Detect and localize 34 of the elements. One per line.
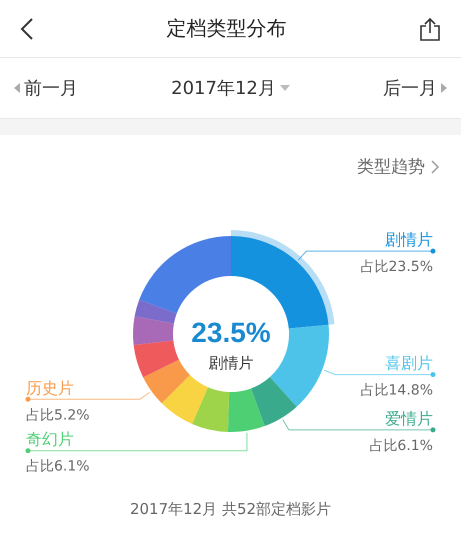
summary-text: 2017年12月 共52部定档影片 [130, 500, 332, 519]
share-label: 占比23.5% [360, 259, 433, 276]
donut-slice[interactable] [134, 300, 177, 324]
category-label: 剧情片 [385, 230, 433, 250]
category-label: 奇幻片 [26, 430, 74, 449]
category-label: 历史片 [26, 378, 74, 398]
share-label: 占比5.2% [26, 407, 90, 424]
donut-slice[interactable] [251, 377, 297, 426]
left-triangle-icon [14, 83, 20, 93]
chevron-right-icon [431, 160, 439, 174]
category-label: 爱情片 [385, 408, 433, 428]
donut-slice[interactable] [228, 388, 265, 432]
donut-slice[interactable] [139, 236, 231, 314]
donut-slice[interactable] [270, 324, 329, 407]
page-title: 定档类型分布 [166, 15, 286, 42]
donut-slice[interactable] [192, 387, 230, 432]
share-icon [419, 16, 441, 40]
share-label: 占比14.8% [360, 382, 433, 399]
center-value: 23.5% [191, 317, 271, 348]
type-trend-link[interactable]: 类型趋势 [357, 155, 439, 178]
category-label: 喜剧片 [385, 354, 433, 373]
back-icon [20, 16, 34, 40]
caret-icon [280, 85, 290, 91]
previous-month-button[interactable]: 前一月 [14, 76, 78, 100]
donut-slice[interactable] [162, 375, 208, 424]
month-dropdown[interactable]: 2017年12月 [171, 76, 290, 100]
share-label: 占比6.1% [369, 438, 433, 454]
donut-slice[interactable] [134, 340, 179, 378]
right-triangle-icon [441, 83, 447, 93]
donut-slice[interactable] [133, 316, 174, 346]
donut-slice[interactable] [143, 360, 190, 404]
share-label: 占比6.1% [26, 458, 90, 475]
next-month-button[interactable]: 后一月 [383, 76, 447, 100]
center-label: 剧情片 [208, 354, 254, 372]
